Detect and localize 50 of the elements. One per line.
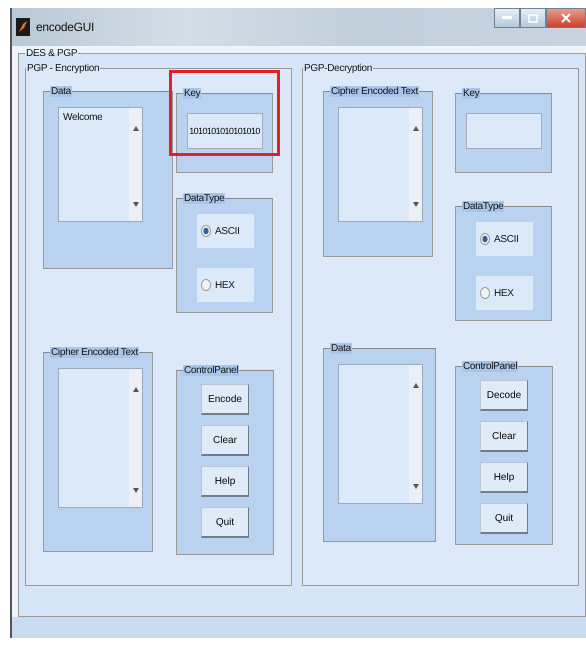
close-button[interactable]: [546, 8, 586, 28]
action-button[interactable]: Clear: [480, 421, 528, 452]
close-icon[interactable]: [561, 13, 571, 23]
group-title: Key: [183, 88, 202, 99]
group-title: ControlPanel: [462, 361, 518, 372]
window-title: encodeGUI: [36, 20, 94, 34]
group-title: DataType: [462, 201, 504, 212]
group-title: Data: [330, 343, 352, 354]
action-button[interactable]: Quit: [201, 507, 249, 538]
scrollbar[interactable]: [129, 369, 142, 507]
group-title: Key: [462, 88, 480, 99]
radio-icon[interactable]: [480, 287, 490, 299]
action-button[interactable]: Quit: [480, 503, 528, 534]
group-title: DataType: [183, 193, 226, 204]
panel-title: PGP-Decryption: [303, 63, 374, 74]
scrollbar[interactable]: [409, 108, 422, 221]
action-button[interactable]: Help: [201, 466, 249, 497]
group-title: Data: [50, 86, 72, 97]
action-button[interactable]: Decode: [480, 380, 528, 411]
action-button[interactable]: Help: [480, 462, 528, 493]
radio-option[interactable]: HEX: [197, 268, 254, 302]
scroll-down-icon[interactable]: [132, 488, 138, 493]
panel-title: PGP - Encryption: [26, 63, 100, 74]
group-title: Cipher Encoded Text: [50, 347, 139, 358]
scrollbar[interactable]: [409, 365, 422, 503]
radio-option[interactable]: ASCII: [197, 214, 254, 248]
group-title: ControlPanel: [183, 365, 240, 376]
app-icon: [16, 18, 30, 36]
scroll-up-icon[interactable]: [132, 387, 138, 392]
radio-icon[interactable]: [480, 233, 490, 245]
radio-icon[interactable]: [201, 225, 211, 237]
radio-icon[interactable]: [201, 279, 211, 291]
scroll-down-icon[interactable]: [412, 484, 418, 489]
panel-title: DES & PGP: [25, 48, 78, 59]
maximize-button[interactable]: [520, 8, 546, 28]
radio-option[interactable]: HEX: [476, 276, 533, 310]
radio-option[interactable]: ASCII: [476, 222, 533, 256]
minimize-button[interactable]: [494, 8, 520, 28]
scroll-down-icon[interactable]: [132, 202, 138, 207]
scrollbar[interactable]: [129, 108, 142, 221]
key-input[interactable]: [466, 113, 542, 149]
action-button[interactable]: Clear: [201, 425, 249, 456]
scroll-down-icon[interactable]: [412, 202, 418, 207]
key-input[interactable]: 1010101010101010: [186, 113, 262, 149]
scroll-up-icon[interactable]: [412, 383, 418, 388]
group-title: Cipher Encoded Text: [330, 86, 419, 97]
scroll-up-icon[interactable]: [132, 126, 138, 131]
action-button[interactable]: Encode: [201, 384, 249, 415]
scroll-up-icon[interactable]: [412, 126, 418, 131]
text-area[interactable]: Welcome: [58, 107, 143, 222]
